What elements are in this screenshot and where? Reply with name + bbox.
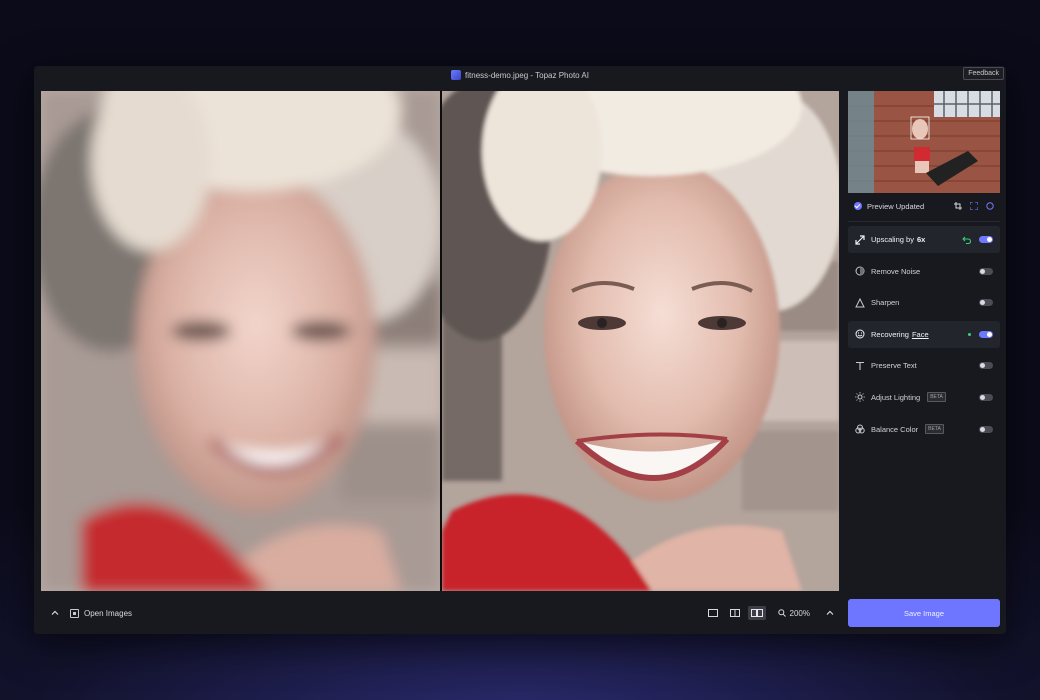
check-circle-icon (854, 202, 862, 210)
zoom-control[interactable]: 200% (777, 608, 810, 618)
feedback-button[interactable]: Feedback (963, 67, 1004, 80)
color-icon (855, 424, 865, 434)
feature-balance-color[interactable]: Balance Color BETA (848, 416, 1000, 443)
window-title: fitness-demo.jpeg - Topaz Photo AI (465, 70, 589, 80)
face-link[interactable]: Face (912, 330, 929, 339)
preview-thumbnail[interactable] (848, 91, 1000, 193)
enhanced-image (442, 91, 839, 591)
feature-sharpen-label: Sharpen (871, 298, 900, 308)
single-view-icon (707, 609, 718, 617)
zoom-icon (777, 609, 786, 617)
text-icon (855, 361, 865, 371)
original-image-pane[interactable] (41, 91, 440, 591)
beta-badge: BETA (925, 424, 944, 435)
single-view-button[interactable] (704, 606, 722, 620)
split-view-icon (729, 609, 740, 617)
feature-remove-noise[interactable]: Remove Noise (848, 258, 1000, 285)
upscale-icon (855, 234, 865, 245)
topaz-app-icon (451, 70, 462, 80)
chevron-up-icon (51, 610, 59, 615)
view-mode-controls (704, 606, 766, 620)
thumbnail-image (848, 91, 1000, 193)
crop-icon[interactable] (954, 202, 962, 210)
sun-icon (855, 392, 865, 403)
zoom-level: 200% (789, 608, 810, 618)
beta-badge: BETA (927, 392, 946, 403)
feature-upscaling[interactable]: Upscaling by 6x (848, 226, 1000, 253)
feature-adjust-lighting[interactable]: Adjust Lighting BETA (848, 384, 1000, 411)
preview-status-text: Preview Updated (867, 201, 925, 211)
fullscreen-icon[interactable] (970, 202, 978, 210)
titlebar: fitness-demo.jpeg - Topaz Photo AI Feedb… (34, 66, 1006, 84)
image-viewer[interactable] (41, 91, 839, 591)
feature-sharpen[interactable]: Sharpen (848, 289, 1000, 316)
zoom-chevron-button[interactable] (821, 604, 839, 622)
feature-recovering-label: Recovering (871, 329, 909, 339)
side-by-side-view-button[interactable] (747, 606, 766, 620)
preview-status-row: Preview Updated (848, 195, 1000, 217)
upscaling-toggle[interactable] (979, 236, 993, 243)
sharpen-toggle[interactable] (979, 299, 993, 307)
enhanced-image-pane[interactable] (442, 91, 839, 591)
original-image (41, 91, 440, 591)
circle-select-icon[interactable] (986, 202, 994, 210)
feature-balance-color-label: Balance Color (871, 424, 919, 434)
adjust-lighting-toggle[interactable] (979, 393, 993, 401)
bottom-toolbar: Open Images 200% (41, 596, 839, 630)
balance-color-toggle[interactable] (979, 425, 993, 433)
upscale-factor: 6x (916, 235, 926, 244)
save-image-button[interactable]: Save Image (848, 599, 1000, 627)
feature-remove-noise-label: Remove Noise (871, 266, 921, 276)
feature-preserve-text[interactable]: Preserve Text (848, 352, 1000, 379)
feature-upscaling-label: Upscaling by (871, 235, 914, 244)
sidebar-divider (848, 221, 1000, 222)
chevron-up-icon (826, 610, 834, 615)
face-icon (855, 329, 865, 339)
open-images-button[interactable]: Open Images (70, 608, 133, 618)
enhancement-sidebar: Preview Updated Upscaling by 6x Remove N… (848, 91, 1000, 631)
feature-recovering-face[interactable]: Recovering Face (848, 320, 1000, 348)
image-icon (70, 608, 79, 618)
recover-face-toggle[interactable] (979, 330, 993, 338)
side-by-side-icon (750, 609, 763, 617)
chevron-up-button[interactable] (46, 604, 64, 622)
active-indicator-dot (968, 332, 971, 336)
feature-preserve-text-label: Preserve Text (871, 361, 917, 371)
undo-icon[interactable] (962, 236, 971, 244)
split-view-button[interactable] (726, 606, 744, 620)
app-window: fitness-demo.jpeg - Topaz Photo AI Feedb… (34, 66, 1006, 634)
feature-adjust-lighting-label: Adjust Lighting (871, 392, 921, 402)
preserve-text-toggle[interactable] (979, 362, 993, 370)
open-images-label: Open Images (84, 608, 133, 618)
triangle-icon (855, 297, 865, 308)
noise-icon (855, 266, 865, 276)
remove-noise-toggle[interactable] (979, 267, 993, 275)
